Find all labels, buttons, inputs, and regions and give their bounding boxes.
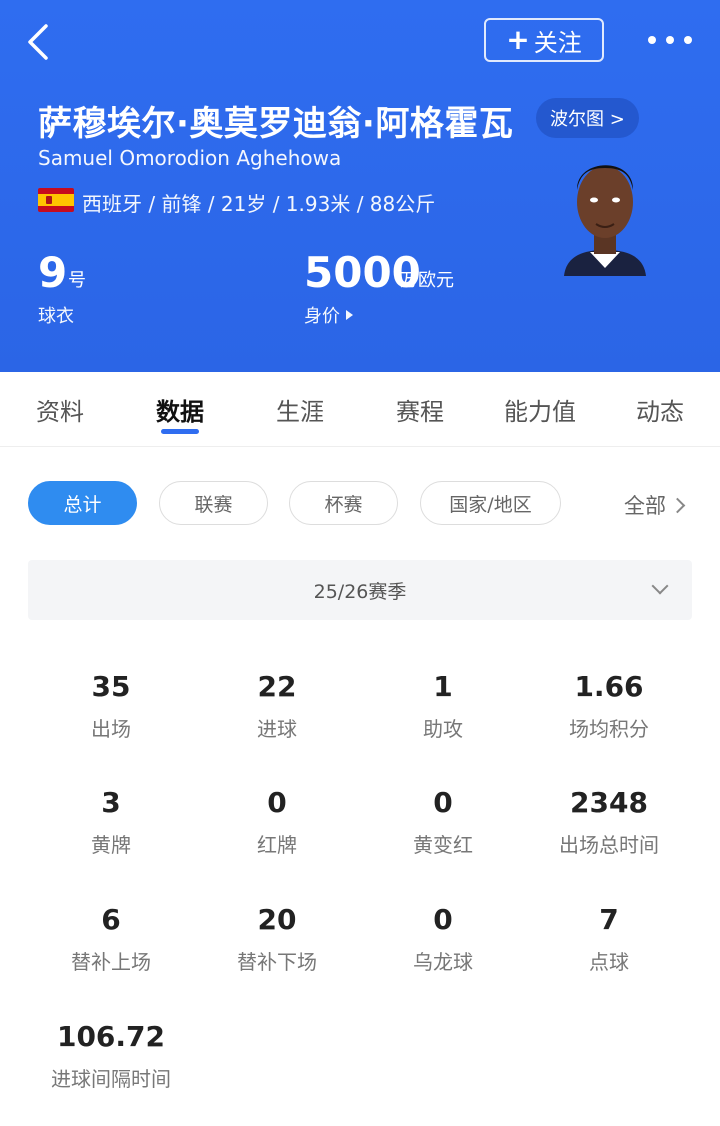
market-value-label: 身价 (304, 306, 340, 327)
stat-label: 点球 (589, 950, 629, 974)
stat-label: 进球 (257, 717, 297, 741)
market-value-unit: 万欧元 (400, 270, 454, 291)
player-info: 西班牙 / 前锋 / 21岁 / 1.93米 / 88公斤 (82, 192, 436, 216)
back-arrow-icon[interactable] (20, 22, 60, 62)
stat-label: 助攻 (423, 717, 463, 741)
tab-news[interactable]: 动态 (600, 372, 720, 446)
season-selector[interactable]: 25/26赛季 (28, 560, 692, 620)
stat-minutes-played: 2348 出场总时间 (526, 786, 692, 858)
all-label: 全部 (624, 494, 666, 518)
all-filters-link[interactable]: 全部 (624, 490, 686, 520)
tab-career[interactable]: 生涯 (240, 372, 360, 446)
player-avatar (564, 165, 646, 276)
filter-national[interactable]: 国家/地区 (420, 481, 561, 525)
follow-label: 关注 (533, 28, 582, 57)
tab-schedule[interactable]: 赛程 (360, 372, 480, 446)
stat-label: 黄牌 (91, 833, 131, 857)
player-name-en: Samuel Omorodion Aghehowa (38, 146, 342, 170)
filter-league[interactable]: 联赛 (159, 481, 268, 525)
stat-points-per-game: 1.66 场均积分 (526, 670, 692, 742)
stat-value: 6 (101, 903, 121, 936)
stat-label: 替补上场 (71, 950, 151, 974)
chevron-down-icon (651, 577, 669, 595)
stat-own-goals: 0 乌龙球 (360, 903, 526, 975)
stat-penalties: 7 点球 (526, 903, 692, 975)
stat-value: 35 (91, 670, 131, 703)
filter-total[interactable]: 总计 (28, 481, 137, 525)
stat-assists: 1 助攻 (360, 670, 526, 742)
stat-appearances: 35 出场 (28, 670, 194, 742)
stat-value: 0 (433, 903, 453, 936)
stat-label: 出场 (91, 717, 131, 741)
stat-goals: 22 进球 (194, 670, 360, 742)
filter-cup[interactable]: 杯赛 (289, 481, 398, 525)
jersey-label: 球衣 (38, 306, 74, 327)
stat-value: 22 (257, 670, 297, 703)
more-options-icon[interactable] (648, 30, 692, 50)
chevron-right-icon (669, 497, 686, 513)
stat-minutes-per-goal: 106.72 进球间隔时间 (28, 1020, 194, 1092)
stat-value: 1.66 (574, 670, 644, 703)
follow-button[interactable]: + 关注 (484, 18, 604, 62)
stat-red-cards: 0 红牌 (194, 786, 360, 858)
stat-value: 1 (433, 670, 453, 703)
active-tab-indicator (161, 429, 199, 434)
jersey-unit: 号 (68, 270, 86, 291)
stat-label: 场均积分 (569, 717, 649, 741)
stat-label: 出场总时间 (559, 833, 659, 857)
tab-bar: 资料 数据 生涯 赛程 能力值 动态 (0, 372, 720, 447)
tab-data[interactable]: 数据 (120, 372, 240, 446)
stat-value: 106.72 (56, 1020, 166, 1053)
stat-value: 7 (599, 903, 619, 936)
heatmap-button[interactable]: 波尔图 > (536, 98, 639, 138)
stat-yellow-cards: 3 黄牌 (28, 786, 194, 858)
plus-icon: + (506, 23, 530, 56)
stat-value: 3 (101, 786, 121, 819)
stat-value: 0 (267, 786, 287, 819)
stat-label: 红牌 (257, 833, 297, 857)
stat-value: 0 (433, 786, 453, 819)
triangle-right-icon (346, 310, 353, 320)
player-name-cn: 萨穆埃尔·奥莫罗迪翁·阿格霍瓦 (38, 104, 514, 144)
jersey-number: 9 (38, 248, 68, 297)
stat-value: 20 (257, 903, 297, 936)
player-header: + 关注 萨穆埃尔·奥莫罗迪翁·阿格霍瓦 波尔图 > Samuel Omorod… (0, 0, 720, 372)
stat-label: 替补下场 (237, 950, 317, 974)
stat-label: 乌龙球 (413, 950, 473, 974)
stat-sub-on: 6 替补上场 (28, 903, 194, 975)
market-value-link[interactable]: 身价 (304, 302, 353, 328)
tab-ability[interactable]: 能力值 (480, 372, 600, 446)
stat-sub-off: 20 替补下场 (194, 903, 360, 975)
stat-label: 进球间隔时间 (51, 1067, 171, 1091)
stat-value: 2348 (570, 786, 648, 819)
stat-second-yellow: 0 黄变红 (360, 786, 526, 858)
stat-label: 黄变红 (413, 833, 473, 857)
tab-profile[interactable]: 资料 (0, 372, 120, 446)
spain-flag-icon (38, 188, 74, 212)
season-label: 25/26赛季 (313, 580, 407, 603)
